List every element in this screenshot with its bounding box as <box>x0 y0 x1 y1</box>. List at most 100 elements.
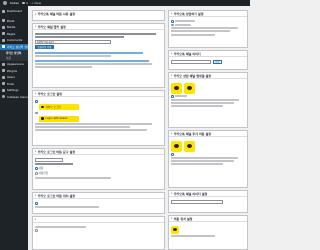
channel-save-button[interactable]: 저장 <box>212 60 222 64</box>
help-text <box>171 101 234 104</box>
panel-title: 카카오 로그인 버튼 문구 설정 <box>37 149 76 154</box>
collapse-arrow-icon[interactable]: ▾ <box>171 74 172 77</box>
settings-icon <box>2 88 5 92</box>
sidebar-submenu: 카카오 상담톡 설정 <box>0 50 28 61</box>
help-link[interactable] <box>35 59 150 62</box>
help-text <box>171 98 240 101</box>
collapse-arrow-icon[interactable]: ▾ <box>171 52 172 55</box>
wordpress-logo-icon[interactable] <box>3 1 7 5</box>
channel-id-panel-2: ▾ 카카오톡 채널 아이디 설정 <box>168 190 248 213</box>
help-text <box>35 66 93 69</box>
description-text <box>35 33 156 36</box>
help-text <box>171 33 216 36</box>
style-radio-2[interactable] <box>35 111 162 114</box>
radio-dot <box>171 153 174 156</box>
admin-bar: Kakao 0 + New <box>0 0 250 6</box>
help-text <box>35 123 152 125</box>
kakao-login-label: 카카오 로그인 <box>45 106 61 109</box>
icon-radio-1[interactable] <box>171 153 245 156</box>
kakao-login-preview: 카카오 로그인 <box>39 104 79 110</box>
radio-use[interactable]: 사용 <box>35 166 162 170</box>
position-radio[interactable] <box>35 202 162 205</box>
login-text-panel: ▾ 카카오 로그인 버튼 문구 설정 사용 사용안함 <box>32 148 165 190</box>
channel-id-panel: ▾ 카카오톡 채널 아이디 저장 <box>168 50 248 70</box>
kakao-plugin-icon <box>2 45 5 49</box>
sidebar-item-label: Media <box>7 25 16 30</box>
bottom-left-panel: ▾ <box>32 216 165 250</box>
panel-title: 카카오 로그인 버튼 위치 설정 <box>37 193 76 198</box>
new-label: + New <box>31 1 42 5</box>
sidebar-item-label: Comments <box>7 38 23 43</box>
kakao-icon-option-1[interactable] <box>171 140 182 152</box>
usage-panel: ▾ 카카오톡 채널 버튼 사용 설정 <box>32 10 165 21</box>
channel-add-panel: ▾ 카카오톡 채널 추가 버튼 설정 <box>168 130 248 188</box>
panel-title: 버튼 위치 설정 <box>173 216 193 221</box>
kakao-thumbnail-option-2[interactable] <box>183 82 195 94</box>
radio-dot <box>171 23 174 26</box>
thumb-radio-1[interactable] <box>171 95 245 98</box>
collapse-arrow-icon[interactable]: ▾ <box>171 132 172 135</box>
save-keys-button[interactable]: 변경사항 저장 <box>35 44 54 49</box>
app-key-input[interactable]: b0f8c3a1e9d… <box>35 39 112 44</box>
consult-radio-off[interactable] <box>171 23 245 26</box>
style-radio-1[interactable] <box>35 100 162 103</box>
help-text <box>171 235 216 237</box>
tools-icon <box>2 82 5 86</box>
collapse-arrow-icon[interactable]: ▾ <box>35 150 36 153</box>
bottom-radio[interactable] <box>35 229 162 232</box>
posts-icon <box>2 19 5 23</box>
kakao-thumbnail-option-1[interactable] <box>171 82 182 94</box>
help-text <box>171 163 223 166</box>
collapse-arrow-icon[interactable]: ▾ <box>35 218 36 221</box>
help-text <box>171 105 223 108</box>
collapse-arrow-icon[interactable]: ▾ <box>35 92 36 95</box>
sidebar-item-label: 카카오 상담톡 설정 <box>7 44 30 49</box>
collapse-arrow-icon[interactable]: ▾ <box>35 25 36 28</box>
consult-radio-on[interactable] <box>171 20 245 23</box>
radio-dot <box>35 202 38 205</box>
help-text <box>35 205 99 208</box>
kakao-icon-option-2[interactable] <box>183 140 195 152</box>
description-text <box>35 36 124 39</box>
sidebar-collapse-menu[interactable]: Collapse menu <box>0 94 28 101</box>
collapse-icon <box>2 95 5 99</box>
sidebar-item-label: Dashboard <box>7 9 23 14</box>
comments-link[interactable]: 0 <box>22 1 28 5</box>
panel-title: 카카오 로그인 설정 <box>37 91 62 96</box>
media-icon <box>2 25 5 29</box>
kakao-chat-icon <box>41 105 44 109</box>
radio-dot <box>35 111 38 114</box>
radio-dot <box>35 229 38 232</box>
collapse-arrow-icon[interactable]: ▾ <box>171 217 172 220</box>
radio-dot <box>35 167 38 170</box>
panel-title: 카카오톡 채널 아이디 설정 <box>173 191 208 196</box>
button-position-panel: ▾ 버튼 위치 설정 <box>168 215 248 250</box>
login-text-input[interactable] <box>35 158 63 162</box>
new-content-link[interactable]: + New <box>31 1 41 5</box>
site-name-link[interactable]: Kakao <box>10 1 19 5</box>
radio-label: 사용 <box>38 167 44 171</box>
collapse-arrow-icon[interactable]: ▾ <box>171 12 172 15</box>
field-label <box>35 163 74 166</box>
keys-panel: ▾ 카카오 채널 앱키 설정 b0f8c3a1e9d… 변경사항 저장 <box>32 23 165 88</box>
position-option[interactable] <box>171 225 179 234</box>
channel-id-input-2[interactable] <box>171 200 223 204</box>
admin-sidebar: Dashboard Posts Media Pages Comments 카카오… <box>0 6 30 250</box>
appearance-icon <box>2 62 5 66</box>
comments-icon <box>2 38 5 42</box>
kakao-chat-icon <box>186 86 192 90</box>
plugins-icon <box>2 69 5 73</box>
radio-not-use[interactable]: 사용안함 <box>35 171 162 175</box>
channel-id-input[interactable] <box>171 60 211 64</box>
help-link[interactable] <box>35 51 143 54</box>
collapse-arrow-icon[interactable]: ▾ <box>171 192 172 195</box>
login-button-panel: ▾ 카카오 로그인 설정 카카오 로그인 Login with Kakao <box>32 90 165 146</box>
kakao-chat-icon <box>41 117 44 120</box>
radio-dot <box>171 95 174 98</box>
login-position-panel: ▾ 카카오 로그인 버튼 위치 설정 <box>32 192 165 214</box>
collapse-arrow-icon[interactable]: ▾ <box>35 194 36 197</box>
submenu-item-settings[interactable]: 설정 <box>0 56 28 61</box>
panel-title: 카카오톡 채널 버튼 사용 설정 <box>37 12 76 16</box>
collapse-arrow-icon[interactable]: ▾ <box>35 13 36 16</box>
radio-label <box>174 20 195 23</box>
